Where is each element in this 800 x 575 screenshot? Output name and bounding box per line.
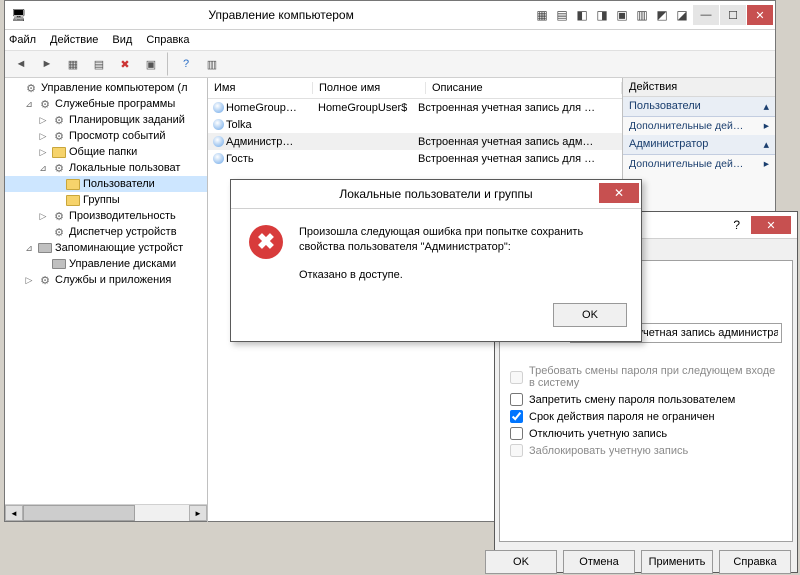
chk-deny-change[interactable]: Запретить смену пароля пользователем <box>510 393 782 406</box>
error-close-button[interactable]: ✕ <box>599 183 639 203</box>
error-text-2: Отказано в доступе. <box>299 268 623 283</box>
error-buttons: OK <box>231 295 641 341</box>
col-full[interactable]: Полное имя <box>313 82 426 94</box>
properties-close-button[interactable]: ✕ <box>751 216 791 234</box>
col-name[interactable]: Имя <box>208 82 313 94</box>
tree-panel[interactable]: ⚙Управление компьютером (л⊿⚙Служебные пр… <box>5 78 208 522</box>
error-text-1: Произошла следующая ошибка при попытке с… <box>299 225 623 256</box>
actions-item-2[interactable]: Дополнительные дей…▸ <box>623 155 775 173</box>
menu-action[interactable]: Действие <box>50 34 98 46</box>
tree-item[interactable]: ⚙Диспетчер устройств <box>5 224 207 240</box>
chk-never-expire[interactable]: Срок действия пароля не ограничен <box>510 410 782 423</box>
tree-item[interactable]: ⊿⚙Локальные пользоват <box>5 160 207 176</box>
error-body: ✖ Произошла следующая ошибка при попытке… <box>231 209 641 295</box>
properties-buttons: OK Отмена Применить Справка <box>495 542 797 575</box>
error-titlebar: Локальные пользователи и группы ✕ <box>231 180 641 209</box>
arrow-icon: ▸ <box>764 158 769 170</box>
tree-item[interactable]: Группы <box>5 192 207 208</box>
delete-button[interactable]: ✖ <box>113 52 137 76</box>
tree-item[interactable]: Пользователи <box>5 176 207 192</box>
up-button[interactable]: ▦ <box>61 52 85 76</box>
collapse-icon: ▴ <box>763 100 769 113</box>
error-icon: ✖ <box>249 225 283 259</box>
collapse-icon: ▴ <box>763 138 769 151</box>
ok-button[interactable]: OK <box>485 550 557 574</box>
extra-button[interactable]: ▥ <box>200 52 224 76</box>
list-item[interactable]: HomeGroup…HomeGroupUser$Встроенная учетн… <box>208 99 622 116</box>
tree-item[interactable]: ⊿⚙Служебные программы <box>5 96 207 112</box>
actions-group-users[interactable]: Пользователи▴ <box>623 97 775 117</box>
tree-item[interactable]: Управление дисками <box>5 256 207 272</box>
error-ok-button[interactable]: OK <box>553 303 627 327</box>
actions-group-admin[interactable]: Администратор▴ <box>623 135 775 155</box>
list-item[interactable]: Администр…Встроенная учетная запись адм… <box>208 133 622 150</box>
tree-item[interactable]: ⚙Управление компьютером (л <box>5 80 207 96</box>
titlebar: 🖥 Управление компьютером ▦▤◧◨▣▥◩◪ — ☐ ✕ <box>5 1 775 30</box>
tree-item[interactable]: ▷⚙Просмотр событий <box>5 128 207 144</box>
list-item[interactable]: ГостьВстроенная учетная запись для … <box>208 150 622 167</box>
app-icon: 🖥 <box>11 8 26 22</box>
actions-item-1[interactable]: Дополнительные дей…▸ <box>623 117 775 135</box>
tree-scrollbar[interactable]: ◄► <box>5 504 207 521</box>
close-button[interactable]: ✕ <box>747 5 773 25</box>
action-button[interactable]: ▣ <box>139 52 163 76</box>
list-item[interactable]: Tolka <box>208 116 622 133</box>
menubar: Файл Действие Вид Справка <box>5 30 775 51</box>
menu-view[interactable]: Вид <box>112 34 132 46</box>
back-button[interactable]: ◄ <box>9 52 33 76</box>
tree-item[interactable]: ▷⚙Планировщик заданий <box>5 112 207 128</box>
cancel-button[interactable]: Отмена <box>563 550 635 574</box>
error-title: Локальные пользователи и группы <box>339 187 532 201</box>
menu-file[interactable]: Файл <box>9 34 36 46</box>
window-title: Управление компьютером <box>26 8 536 22</box>
chk-require-change: Требовать смены пароля при следующем вхо… <box>510 365 782 389</box>
toolbar-separator <box>167 52 170 76</box>
tree-item[interactable]: ⊿Запоминающие устройст <box>5 240 207 256</box>
col-desc[interactable]: Описание <box>426 82 622 94</box>
list-header: Имя Полное имя Описание <box>208 78 622 99</box>
toolbar: ◄ ► ▦ ▤ ✖ ▣ ? ▥ <box>5 51 775 78</box>
maximize-button[interactable]: ☐ <box>720 5 746 25</box>
tree-item[interactable]: ▷⚙Производительность <box>5 208 207 224</box>
chk-lock: Заблокировать учетную запись <box>510 444 782 457</box>
help-button[interactable]: ? <box>174 52 198 76</box>
tree-item[interactable]: ▷⚙Службы и приложения <box>5 272 207 288</box>
props-button[interactable]: ▤ <box>87 52 111 76</box>
fwd-button[interactable]: ► <box>35 52 59 76</box>
arrow-icon: ▸ <box>764 120 769 132</box>
error-dialog: Локальные пользователи и группы ✕ ✖ Прои… <box>230 179 642 342</box>
tree-item[interactable]: ▷Общие папки <box>5 144 207 160</box>
menu-help[interactable]: Справка <box>146 34 189 46</box>
titlebar-decor-icons: ▦▤◧◨▣▥◩◪ <box>536 8 688 22</box>
minimize-button[interactable]: — <box>693 5 719 25</box>
help-icon[interactable]: ? <box>733 218 740 232</box>
actions-header: Действия <box>623 78 775 97</box>
chk-disable[interactable]: Отключить учетную запись <box>510 427 782 440</box>
help-button[interactable]: Справка <box>719 550 791 574</box>
apply-button[interactable]: Применить <box>641 550 713 574</box>
